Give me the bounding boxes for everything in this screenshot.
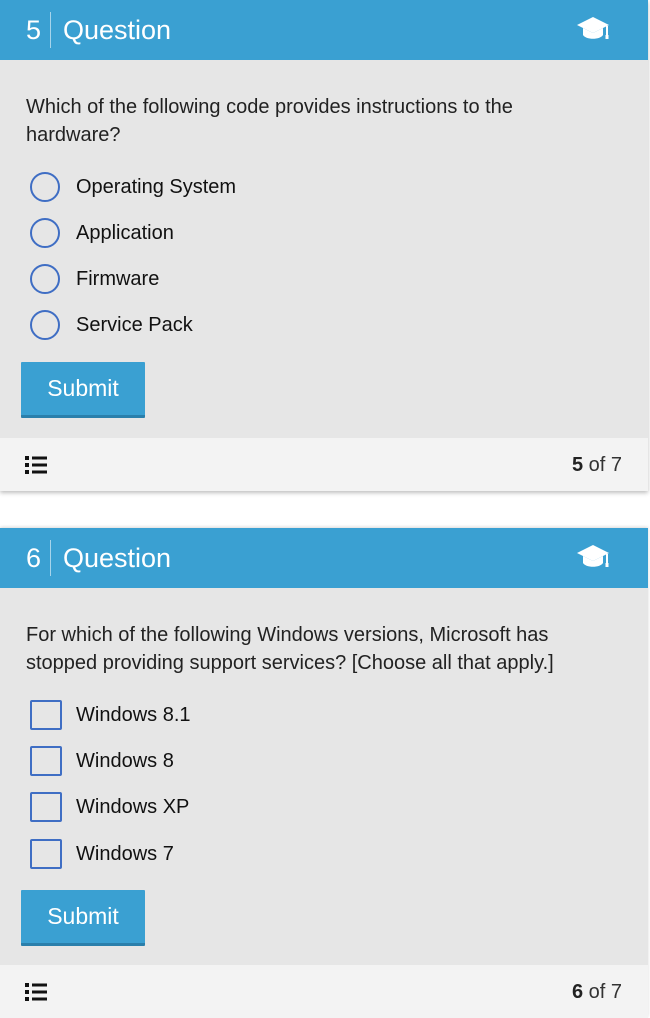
pager-total: 7 — [610, 454, 622, 476]
answer-option[interactable]: Firmware — [30, 264, 430, 298]
radio-button[interactable] — [30, 172, 60, 202]
header-divider — [50, 540, 51, 576]
answer-option[interactable]: Windows 7 — [30, 839, 430, 873]
pager-separator: of — [588, 454, 606, 476]
answer-option[interactable]: Application — [30, 218, 430, 252]
question-footer: 5 of 7 — [0, 438, 648, 491]
submit-button[interactable]: Submit — [21, 890, 145, 946]
option-label: Windows 7 — [76, 843, 174, 865]
question-title: Question — [63, 543, 172, 573]
question-footer: 6 of 7 — [0, 965, 648, 1018]
option-label: Operating System — [76, 176, 237, 198]
submit-button[interactable]: Submit — [21, 362, 145, 418]
question-card-5: 5 Question Which of the following code p… — [0, 0, 648, 491]
checkbox[interactable] — [30, 700, 62, 730]
graduation-cap-icon — [577, 17, 609, 39]
question-header: 5 Question — [0, 0, 648, 60]
question-pager: 5 of 7 — [572, 452, 622, 478]
pager-separator: of — [588, 981, 606, 1003]
option-label: Firmware — [76, 268, 160, 290]
answer-option[interactable]: Windows 8.1 — [30, 700, 430, 734]
graduation-cap-icon — [577, 545, 609, 567]
pager-current: 6 — [571, 981, 584, 1003]
radio-button[interactable] — [30, 310, 60, 340]
answer-option[interactable]: Windows 8 — [30, 746, 430, 780]
question-prompt: For which of the following Windows versi… — [26, 624, 554, 674]
answer-option[interactable]: Service Pack — [30, 310, 430, 344]
radio-button[interactable] — [30, 218, 60, 248]
question-header: 6 Question — [0, 528, 648, 588]
answer-option[interactable]: Windows XP — [30, 792, 430, 826]
checkbox[interactable] — [30, 839, 62, 869]
question-pager: 6 of 7 — [572, 979, 622, 1005]
question-prompt: Which of the following code provides ins… — [26, 96, 513, 146]
pager-current: 5 — [571, 454, 584, 476]
answer-option[interactable]: Operating System — [30, 172, 430, 206]
radio-button[interactable] — [30, 264, 60, 294]
option-label: Windows XP — [76, 796, 190, 818]
option-label: Windows 8 — [76, 750, 174, 772]
option-label: Service Pack — [76, 314, 193, 336]
question-title: Question — [63, 15, 172, 45]
option-label: Windows 8.1 — [76, 704, 191, 726]
checkbox[interactable] — [30, 792, 62, 822]
list-icon[interactable] — [25, 455, 47, 475]
question-number: 6 — [26, 543, 42, 573]
pager-total: 7 — [610, 981, 622, 1003]
option-label: Application — [76, 222, 174, 244]
question-number: 5 — [26, 15, 42, 45]
header-divider — [50, 12, 51, 48]
question-card-6: 6 Question For which of the following Wi… — [0, 528, 648, 1018]
list-icon[interactable] — [25, 982, 47, 1002]
checkbox[interactable] — [30, 746, 62, 776]
